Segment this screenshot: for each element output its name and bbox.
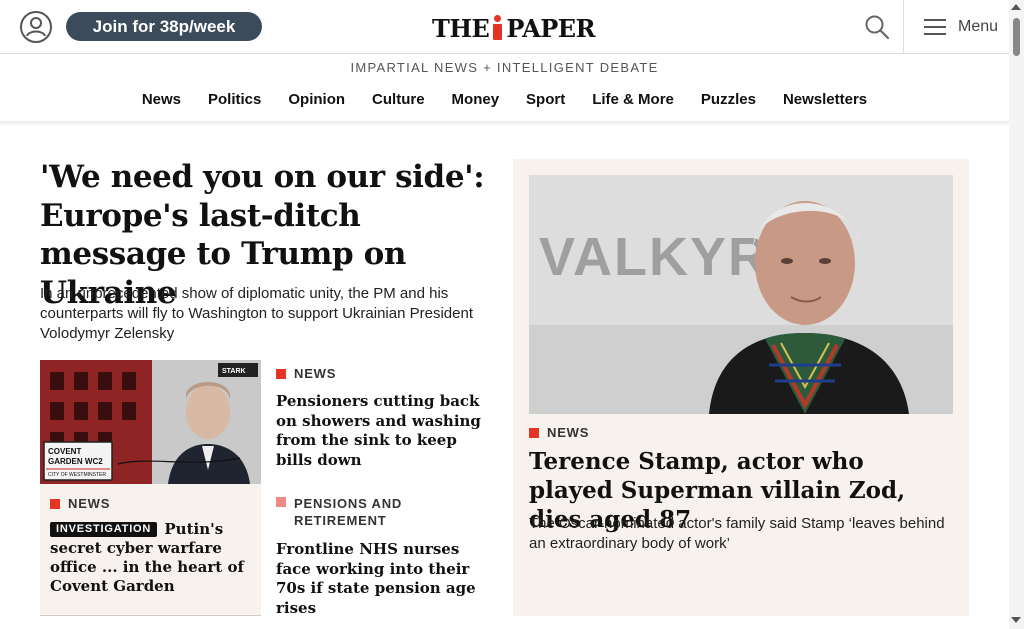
tag-label: NEWS (547, 425, 590, 440)
top-bar: Join for 38p/week THE PAPER Menu (0, 0, 1009, 54)
tag-label: NEWS (68, 496, 111, 511)
story-tag[interactable]: NEWS (50, 496, 110, 511)
nav-item-newsletters[interactable]: Newsletters (769, 91, 880, 108)
menu-label: Menu (958, 18, 999, 35)
investigation-badge: INVESTIGATION (50, 522, 158, 537)
logo-text-left: THE (432, 13, 490, 43)
logo-i-mark (492, 15, 503, 41)
scrollbar-thumb[interactable] (1013, 18, 1020, 56)
scroll-up-arrow-icon[interactable] (1011, 4, 1021, 10)
story-card-nhs-nurses[interactable]: PENSIONS AND RETIREMENT Frontline NHS nu… (276, 495, 490, 618)
story-headline[interactable]: Pensioners cutting back on showers and w… (276, 392, 490, 470)
story-tag[interactable]: NEWS (529, 425, 589, 440)
story-card-putin[interactable]: STARK COVENT GARDEN WC2 CITY OF WESTMINS… (40, 360, 261, 616)
tag-square-icon (529, 427, 539, 438)
scroll-down-arrow-icon[interactable] (1011, 617, 1021, 623)
search-icon[interactable] (864, 14, 890, 40)
svg-text:CITY OF WESTMINSTER: CITY OF WESTMINSTER (48, 472, 106, 478)
tag-square-icon (276, 497, 286, 507)
site-logo[interactable]: THE PAPER (432, 13, 596, 43)
site-tagline: IMPARTIAL NEWS + INTELLIGENT DEBATE (350, 60, 659, 75)
svg-text:STARK: STARK (222, 368, 246, 375)
menu-button[interactable]: Menu (924, 16, 998, 38)
menu-icon (924, 19, 946, 35)
nav-item-news[interactable]: News (128, 91, 194, 108)
svg-text:VALKYRI: VALKYRI (539, 227, 786, 287)
tag-square-icon (276, 368, 286, 379)
nav-shadow (0, 121, 1009, 126)
nav-item-opinion[interactable]: Opinion (275, 91, 359, 108)
story-card-terence-stamp[interactable]: VALKYRI NEWS Terence Stamp, actor who pl… (513, 159, 969, 616)
logo-text-right: PAPER (506, 13, 596, 43)
page-scrollbar[interactable] (1009, 0, 1024, 629)
story-tag[interactable]: NEWS (276, 366, 490, 381)
nav-item-puzzles[interactable]: Puzzles (687, 91, 769, 108)
tag-label: NEWS (294, 366, 337, 381)
svg-text:GARDEN WC2: GARDEN WC2 (48, 457, 103, 466)
main-nav: News Politics Opinion Culture Money Spor… (0, 91, 1009, 108)
story-tag[interactable]: PENSIONS AND RETIREMENT (276, 495, 490, 529)
nav-item-culture[interactable]: Culture (359, 91, 439, 108)
header-divider (903, 0, 904, 53)
svg-text:COVENT: COVENT (48, 447, 81, 456)
tag-square-icon (50, 498, 60, 509)
nav-item-politics[interactable]: Politics (195, 91, 275, 108)
account-icon[interactable] (20, 11, 52, 43)
putin-story-image[interactable]: STARK COVENT GARDEN WC2 CITY OF WESTMINS… (40, 360, 261, 484)
tag-label: PENSIONS AND RETIREMENT (294, 496, 403, 528)
story-headline[interactable]: Frontline NHS nurses face working into t… (276, 540, 490, 618)
story-card-pensioners[interactable]: NEWS Pensioners cutting back on showers … (276, 366, 490, 470)
story-headline[interactable]: INVESTIGATION Putin's secret cyber warfa… (50, 520, 255, 596)
lead-standfirst: In an unprecedented show of diplomatic u… (40, 285, 473, 342)
nav-item-sport[interactable]: Sport (513, 91, 579, 108)
terence-stamp-image[interactable]: VALKYRI (529, 175, 953, 414)
nav-item-money[interactable]: Money (438, 91, 513, 108)
join-button[interactable]: Join for 38p/week (66, 12, 262, 41)
feature-standfirst: The Oscar-nominated actor's family said … (529, 515, 945, 552)
nav-item-life-more[interactable]: Life & More (579, 91, 688, 108)
